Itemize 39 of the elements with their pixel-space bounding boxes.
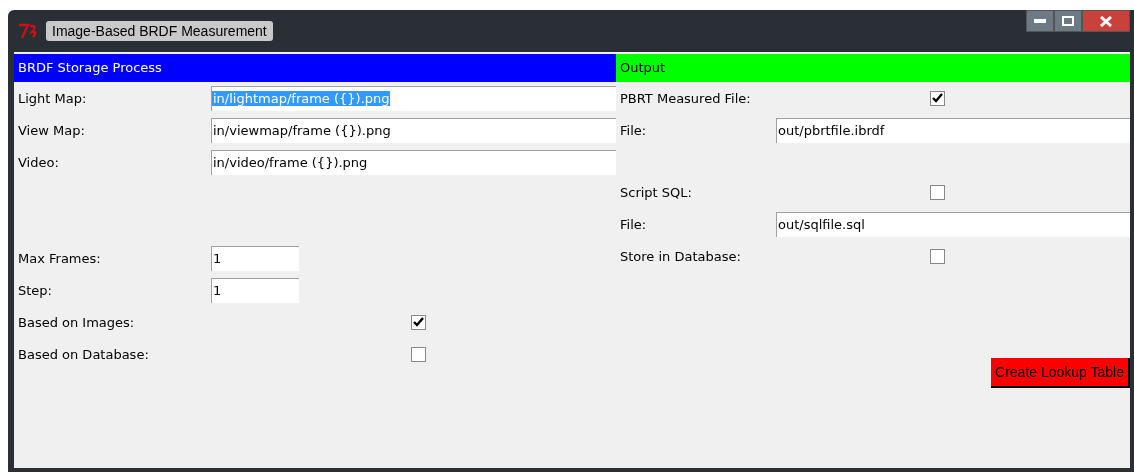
checkbox[interactable] [411,346,426,362]
field-label: Video: [17,154,60,170]
field-value: in/viewmap/frame ({}).png [212,123,391,138]
field-value: in/video/frame ({}).png [212,155,368,170]
minimize-icon [1034,19,1046,23]
field-label: File: [619,122,648,138]
checkbox-label: Script SQL: [619,184,693,200]
checkbox[interactable] [930,248,945,264]
path-field[interactable]: in/video/frame ({}).png [211,149,616,175]
close-button[interactable] [1082,10,1130,32]
field-value: out/sqlfile.sql [777,217,865,232]
field-value: out/pbrtfile.ibrdf [777,123,885,138]
checkbox-label: Store in Database: [619,248,742,264]
field-value: 1 [212,251,222,266]
window-title: Image-Based BRDF Measurement [46,21,273,41]
field-label: Step: [17,282,53,298]
field-value: 1 [212,283,222,298]
checkbox[interactable] [930,184,945,200]
panel-header: Output [616,54,1130,82]
number-field[interactable]: 1 [211,277,299,303]
maximize-icon [1062,16,1074,26]
create-lookup-table-button[interactable]: Create Lookup Table [991,358,1130,388]
field-label: File: [619,216,648,232]
maximize-button[interactable] [1054,10,1082,32]
field-label: View Map: [17,122,86,138]
panel-header: BRDF Storage Process [14,54,616,82]
path-field[interactable]: in/viewmap/frame ({}).png [211,117,616,143]
field-label: Light Map: [17,90,88,106]
close-icon [1100,15,1112,27]
file-field[interactable]: out/sqlfile.sql [776,211,1130,237]
checkbox[interactable] [411,314,426,330]
field-label: Max Frames: [17,250,102,266]
number-field[interactable]: 1 [211,245,299,271]
checkbox-label: Based on Images: [17,314,136,330]
checkbox-label: Based on Database: [17,346,150,362]
checkbox-label: PBRT Measured File: [619,90,752,106]
minimize-button[interactable] [1026,10,1054,32]
file-field[interactable]: out/pbrtfile.ibrdf [776,117,1130,143]
checkbox[interactable] [930,90,945,106]
